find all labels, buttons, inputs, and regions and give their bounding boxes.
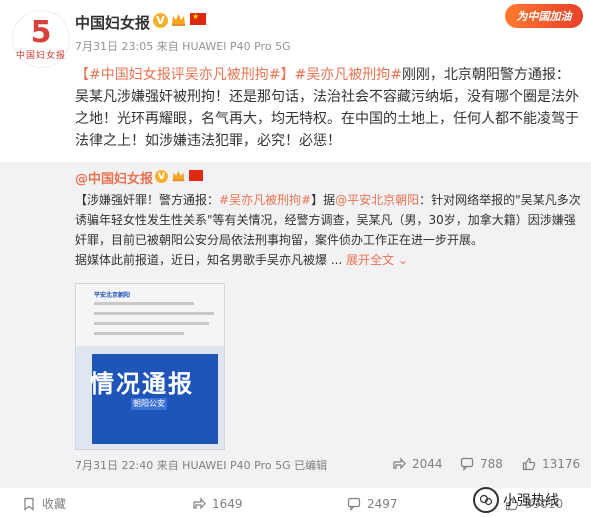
watermark-text: 小强热线 bbox=[503, 493, 559, 509]
verified-icon: V bbox=[153, 13, 168, 28]
comment-icon bbox=[460, 457, 474, 471]
verified-icon: V bbox=[155, 170, 168, 183]
repost-text: 【涉嫌强奸罪！警方通报：#吴亦凡被刑拘#】据@平安北京朝阳：针对网络举报的"吴某… bbox=[75, 190, 585, 270]
mention-link[interactable]: @平安北京朝阳 bbox=[335, 193, 419, 207]
image-sub-text: 朝阳公安 bbox=[131, 398, 167, 410]
author-name[interactable]: 中国妇女报 bbox=[75, 12, 150, 33]
post-meta: 7月31日 23:05 来自 HUAWEI P40 Pro 5G bbox=[75, 40, 291, 53]
avatar-logo-mark: 5 bbox=[30, 14, 52, 50]
image-header-title: 平安北京朝阳 bbox=[94, 292, 131, 299]
text-line bbox=[94, 302, 194, 305]
avatar-logo-text: 中国妇女报 bbox=[15, 50, 66, 61]
watermark: 小强热线 bbox=[473, 487, 559, 513]
repost-share-button[interactable]: 2044 bbox=[392, 457, 443, 471]
bookmark-icon bbox=[24, 497, 34, 511]
repost-text-part: 】据 bbox=[311, 193, 336, 207]
repost-comment-count: 788 bbox=[480, 457, 503, 471]
repost-text-part: 据媒体此前报道，近日，知名男歌手吴亦凡被爆 ... bbox=[75, 253, 343, 267]
hashtag-link[interactable]: #吴亦凡被刑拘# bbox=[219, 193, 311, 207]
comment-button[interactable]: 2497 bbox=[347, 490, 398, 517]
comment-count: 2497 bbox=[367, 496, 398, 511]
hashtag-link[interactable]: 【#中国妇女报评吴亦凡被刑拘#】 bbox=[75, 67, 294, 83]
china-flag-icon: ★ bbox=[190, 13, 206, 25]
hashtag-link[interactable]: #吴亦凡被刑拘# bbox=[294, 67, 401, 83]
post-text: 【#中国妇女报评吴亦凡被刑拘#】#吴亦凡被刑拘#刚刚，北京朝阳警方通报：吴某凡涉… bbox=[75, 64, 581, 152]
china-flag-icon bbox=[189, 170, 203, 181]
crown-icon bbox=[172, 170, 185, 182]
repost-author[interactable]: @中国妇女报 bbox=[75, 168, 153, 187]
repost-image[interactable]: 平安北京朝阳 情况通报 朝阳公安 bbox=[75, 283, 225, 450]
chevron-down-icon[interactable]: ⌄ bbox=[394, 253, 408, 267]
text-line bbox=[94, 322, 209, 325]
wechat-logo-icon bbox=[473, 487, 499, 513]
text-line bbox=[94, 332, 184, 335]
share-button[interactable]: 1649 bbox=[192, 490, 243, 517]
avatar[interactable]: 5 中国妇女报 bbox=[12, 10, 70, 68]
image-big-text: 情况通报 bbox=[90, 370, 194, 398]
promo-banner[interactable]: 为中国加油 bbox=[505, 4, 583, 28]
repost-like-button[interactable]: 13176 bbox=[522, 457, 580, 471]
collect-button[interactable]: 收藏 bbox=[22, 490, 66, 517]
text-line bbox=[94, 312, 214, 315]
share-icon bbox=[393, 457, 406, 470]
crown-icon bbox=[172, 14, 185, 26]
thumbs-up-icon bbox=[522, 457, 536, 471]
repost-text-part: 【涉嫌强奸罪！警方通报： bbox=[75, 193, 220, 207]
image-header: 平安北京朝阳 bbox=[76, 284, 224, 346]
expand-link[interactable]: 展开全文 bbox=[346, 253, 394, 267]
collect-label: 收藏 bbox=[42, 497, 67, 511]
repost-meta: 7月31日 22:40 来自 HUAWEI P40 Pro 5G 已编辑 bbox=[75, 459, 328, 472]
repost-comment-button[interactable]: 788 bbox=[460, 457, 503, 471]
share-count: 1649 bbox=[212, 496, 243, 511]
comment-icon bbox=[347, 497, 361, 511]
repost-share-count: 2044 bbox=[412, 457, 443, 471]
repost-like-count: 13176 bbox=[542, 457, 581, 471]
share-icon bbox=[193, 496, 206, 510]
